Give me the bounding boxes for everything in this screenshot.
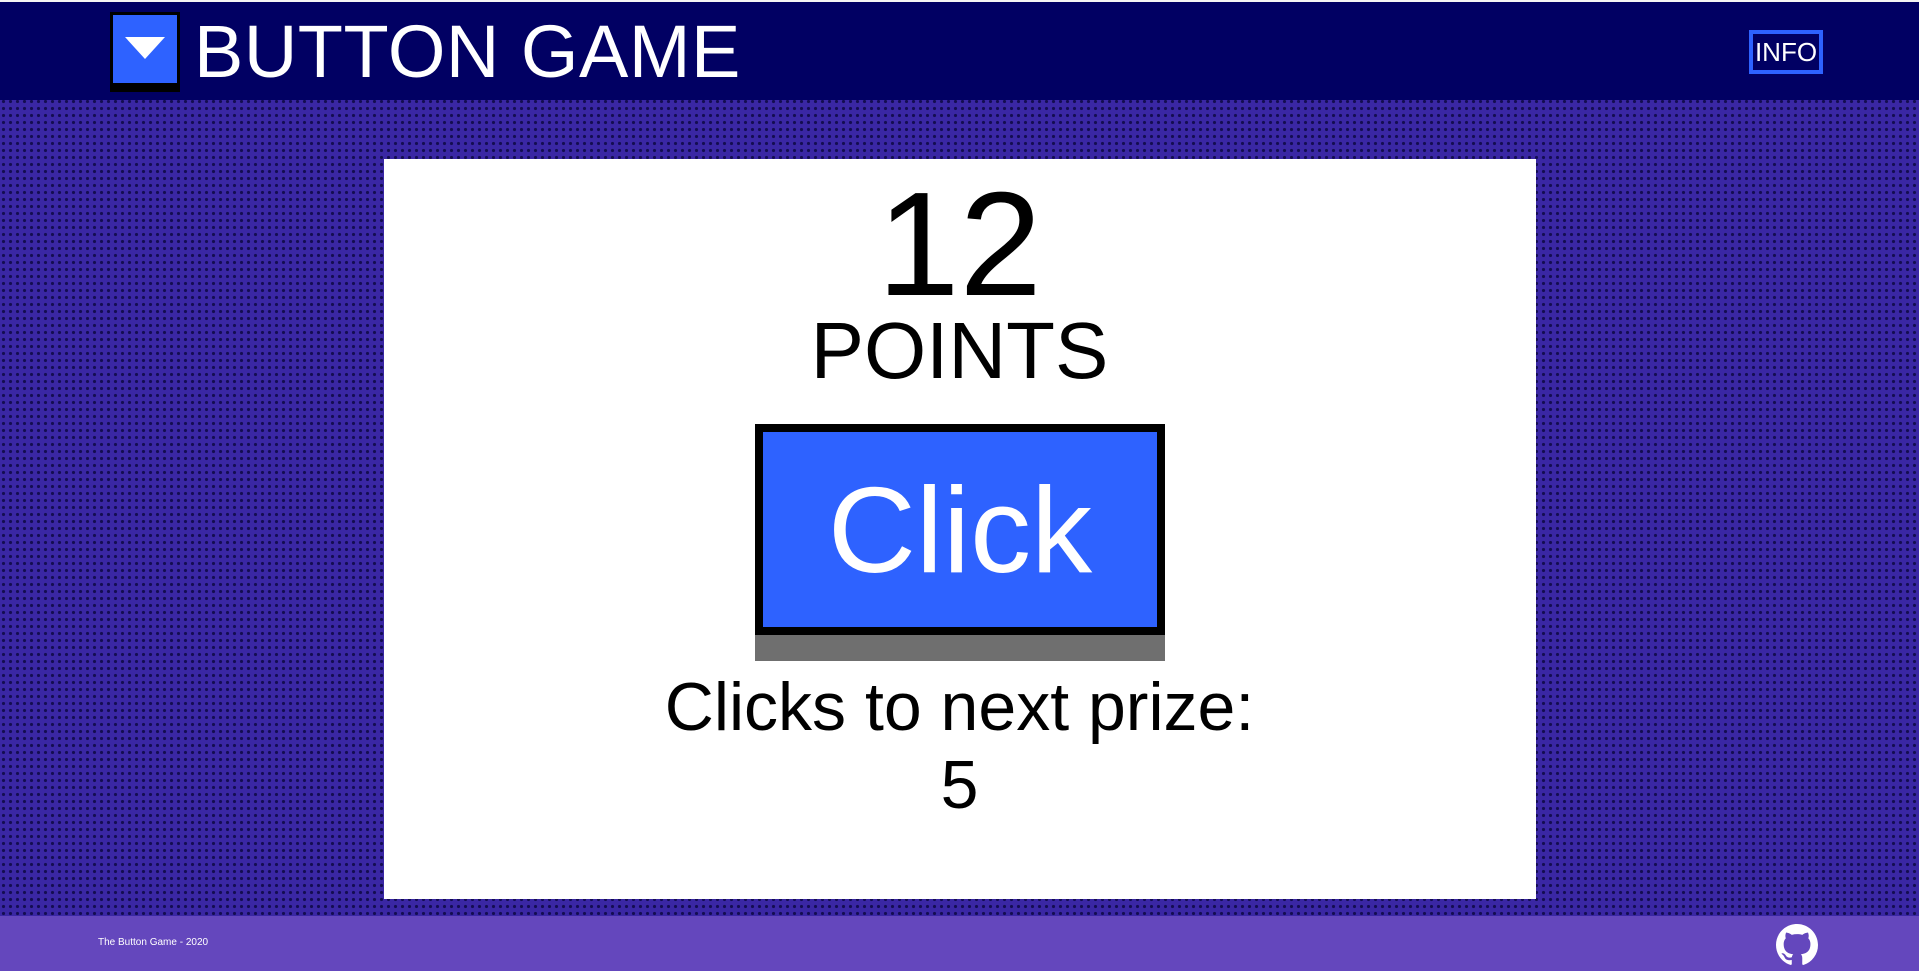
caret-down-icon xyxy=(125,37,165,59)
points-label: POINTS xyxy=(810,306,1109,395)
click-button[interactable]: Click xyxy=(755,424,1165,635)
logo xyxy=(110,12,180,92)
top-bar: BUTTON GAME INFO xyxy=(0,0,1919,100)
next-prize-count: 5 xyxy=(940,747,979,823)
footer-copyright: The Button Game - 2020 xyxy=(98,937,209,948)
points-counter: 12 xyxy=(877,162,1042,327)
site-title: BUTTON GAME xyxy=(194,10,741,93)
info-button[interactable]: INFO xyxy=(1749,30,1823,74)
footer: The Button Game - 2020 xyxy=(0,916,1919,971)
github-link[interactable] xyxy=(1776,924,1818,966)
next-prize-label: Clicks to next prize: xyxy=(664,669,1255,745)
logo-badge xyxy=(113,15,177,83)
github-icon xyxy=(1776,924,1818,965)
